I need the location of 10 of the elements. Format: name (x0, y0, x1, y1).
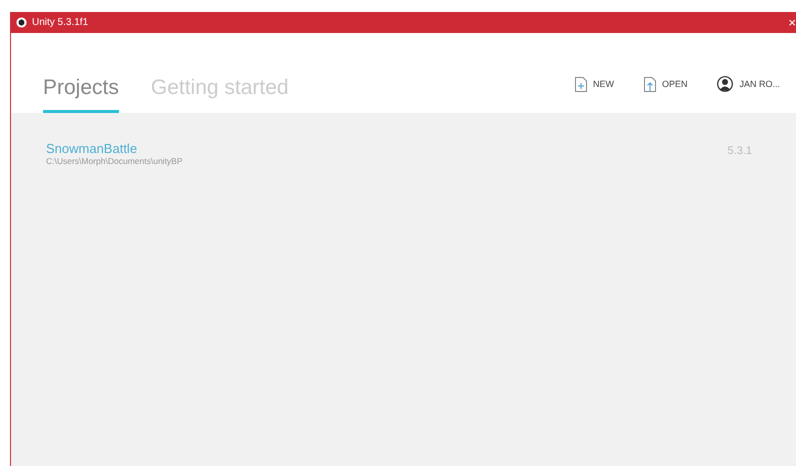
account-button[interactable]: JAN RO... (717, 76, 780, 92)
user-icon (717, 76, 734, 92)
window-title: Unity 5.3.1f1 (32, 17, 90, 28)
unity-logo-icon (16, 17, 27, 28)
new-button[interactable]: NEW (574, 76, 614, 92)
new-file-icon (574, 76, 587, 92)
open-button[interactable]: OPEN (644, 76, 688, 92)
close-button[interactable]: × (782, 16, 796, 29)
open-file-icon (644, 76, 656, 92)
project-path: C:\Users\Morph\Documents\unityBP (46, 156, 183, 166)
